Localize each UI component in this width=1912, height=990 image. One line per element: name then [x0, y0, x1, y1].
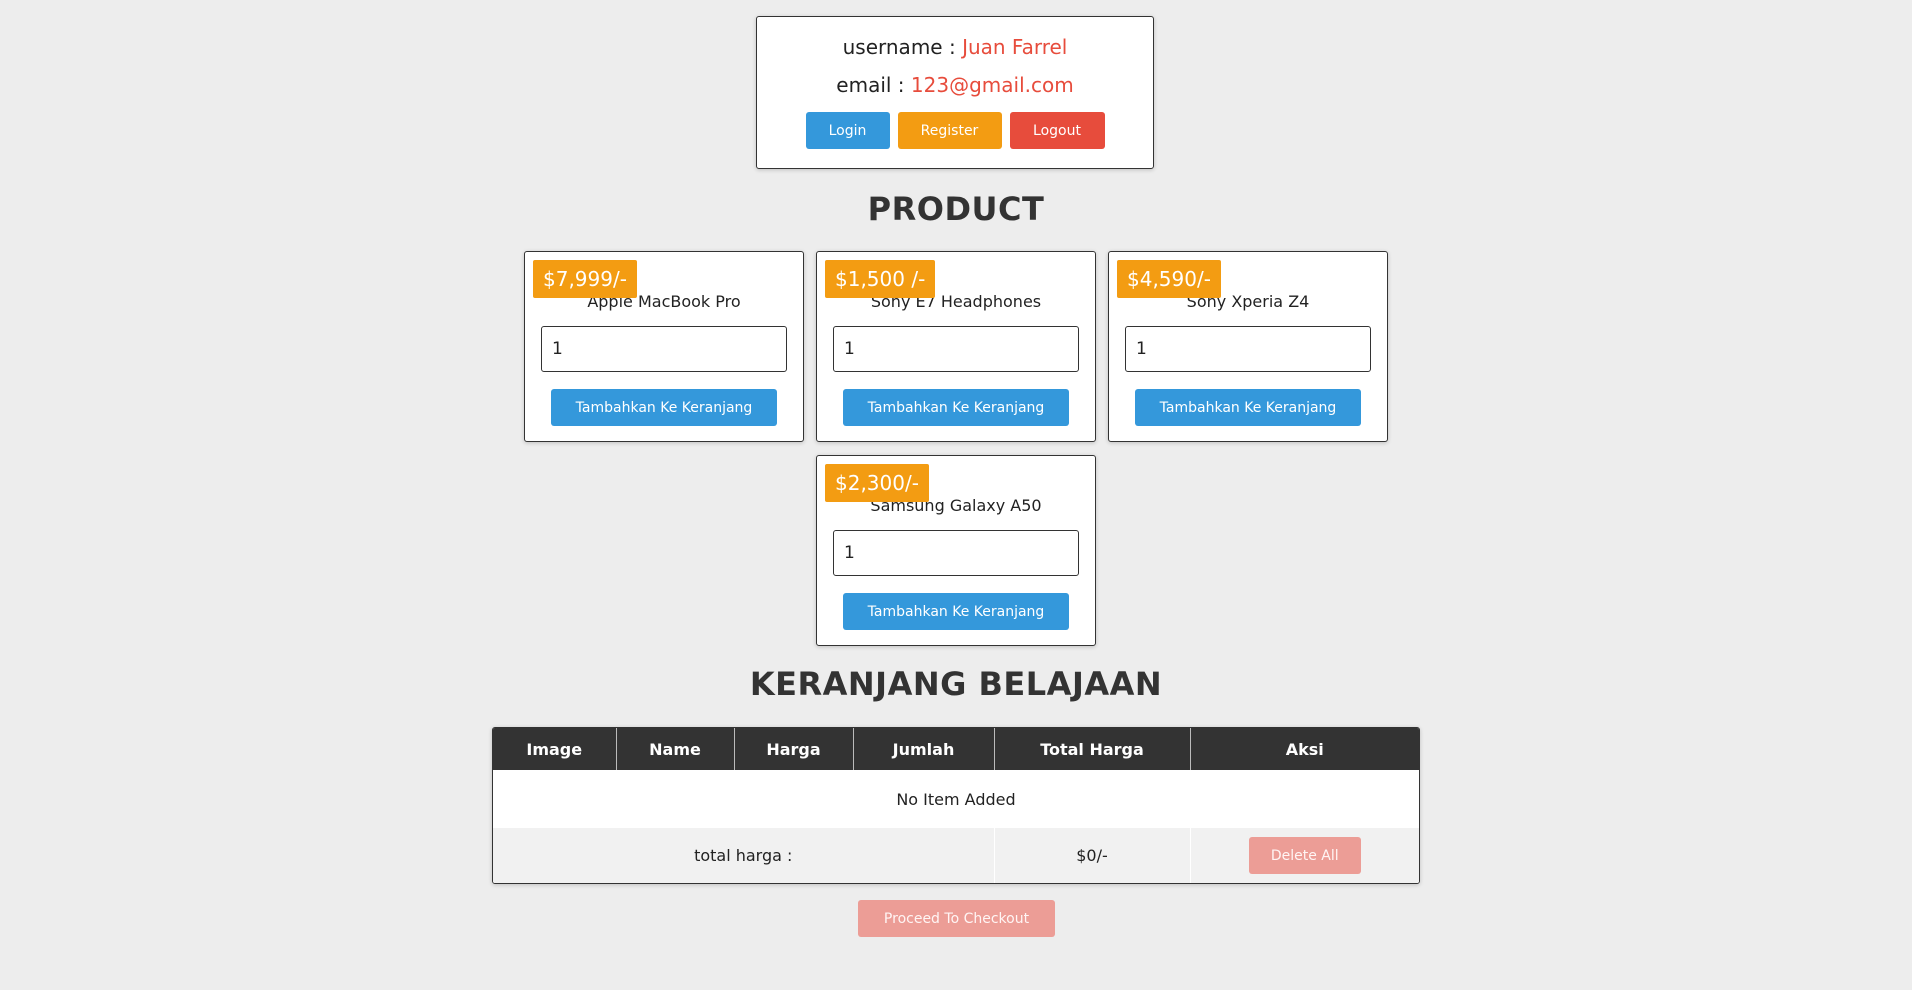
logout-button[interactable]: Logout — [1009, 112, 1105, 149]
page: username : Juan Farrel email : 123@gmail… — [0, 0, 1912, 990]
products-title: PRODUCT — [867, 190, 1045, 228]
email-line: email : 123@gmail.com — [757, 73, 1153, 97]
username-value: Juan Farrel — [962, 35, 1068, 59]
email-label: email : — [836, 73, 905, 97]
cart-header-row: Image Name Harga Jumlah Total Harga Aksi — [493, 728, 1419, 770]
price-badge: $2,300/- — [825, 464, 929, 502]
user-info-box: username : Juan Farrel email : 123@gmail… — [756, 16, 1154, 169]
register-button[interactable]: Register — [897, 112, 1002, 149]
add-to-cart-button[interactable]: Tambahkan Ke Keranjang — [843, 389, 1069, 426]
product-card: Sony Xperia Z4 $4,590/- Tambahkan Ke Ker… — [1108, 251, 1388, 442]
delete-all-cell: Delete All — [1189, 828, 1419, 883]
add-to-cart-button[interactable]: Tambahkan Ke Keranjang — [1135, 389, 1361, 426]
column-header-aksi: Aksi — [1190, 728, 1419, 770]
delete-all-button[interactable]: Delete All — [1248, 837, 1361, 874]
quantity-input[interactable] — [1125, 326, 1371, 372]
cart-table: Image Name Harga Jumlah Total Harga Aksi… — [492, 727, 1420, 884]
quantity-input[interactable] — [833, 530, 1079, 576]
cart-total-row: total harga : $0/- Delete All — [493, 828, 1419, 883]
email-value: 123@gmail.com — [910, 73, 1074, 97]
username-line: username : Juan Farrel — [757, 35, 1153, 59]
cart-empty-row: No Item Added — [493, 770, 1419, 828]
proceed-to-checkout-button[interactable]: Proceed To Checkout — [858, 900, 1055, 937]
auth-button-row: Login Register Logout — [757, 112, 1153, 149]
column-header-total-harga: Total Harga — [994, 728, 1191, 770]
username-label: username : — [842, 35, 956, 59]
cart-title: KERANJANG BELAJAAN — [749, 665, 1163, 703]
quantity-input[interactable] — [541, 326, 787, 372]
column-header-jumlah: Jumlah — [853, 728, 995, 770]
product-card: Samsung Galaxy A50 $2,300/- Tambahkan Ke… — [816, 455, 1096, 646]
total-value: $0/- — [993, 828, 1190, 883]
add-to-cart-button[interactable]: Tambahkan Ke Keranjang — [843, 593, 1069, 630]
quantity-input[interactable] — [833, 326, 1079, 372]
column-header-image: Image — [493, 728, 617, 770]
column-header-name: Name — [616, 728, 735, 770]
product-card: Apple MacBook Pro $7,999/- Tambahkan Ke … — [524, 251, 804, 442]
column-header-harga: Harga — [734, 728, 854, 770]
price-badge: $4,590/- — [1117, 260, 1221, 298]
login-button[interactable]: Login — [805, 112, 890, 149]
price-badge: $1,500 /- — [825, 260, 936, 298]
price-badge: $7,999/- — [533, 260, 637, 298]
empty-cart-message: No Item Added — [493, 770, 1419, 828]
product-card: Sony E7 Headphones $1,500 /- Tambahkan K… — [816, 251, 1096, 442]
add-to-cart-button[interactable]: Tambahkan Ke Keranjang — [551, 389, 777, 426]
total-label: total harga : — [493, 828, 994, 883]
